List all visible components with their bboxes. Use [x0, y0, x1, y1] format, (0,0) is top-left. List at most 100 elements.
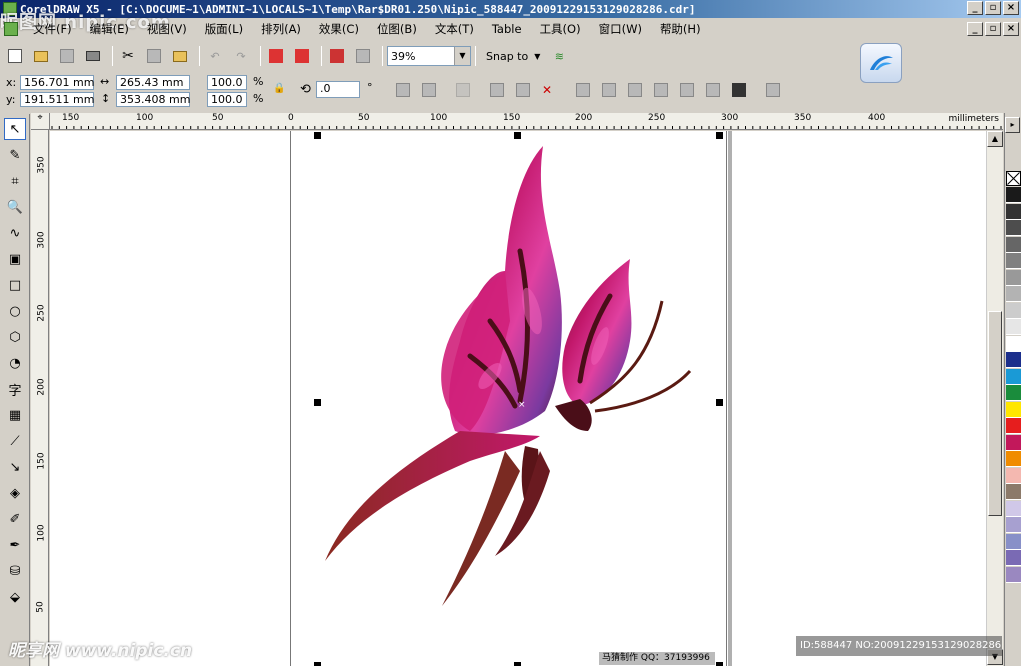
color-swatch[interactable]: [1006, 467, 1021, 484]
doc-close-button[interactable]: ×: [1003, 22, 1019, 36]
ellipse-tool[interactable]: ○: [4, 300, 26, 322]
color-swatch[interactable]: [1006, 434, 1021, 451]
save-button[interactable]: [56, 45, 78, 67]
doc-minimize-button[interactable]: _: [967, 22, 983, 36]
x-position-input[interactable]: 156.701 mm: [20, 75, 94, 90]
welcome-screen-button[interactable]: [352, 45, 374, 67]
color-swatch[interactable]: [1006, 269, 1021, 286]
no-color-swatch[interactable]: [1006, 171, 1021, 186]
menu-window[interactable]: 窗口(W): [590, 21, 651, 37]
selection-handle[interactable]: [314, 399, 321, 406]
combine-button[interactable]: [574, 81, 592, 99]
color-swatch[interactable]: [1006, 484, 1021, 500]
new-document-button[interactable]: [4, 45, 26, 67]
menu-table[interactable]: Table: [483, 22, 531, 36]
smart-fill-tool[interactable]: ▣: [4, 248, 26, 270]
color-swatch[interactable]: [1006, 352, 1021, 368]
butterfly-artwork[interactable]: ×: [50, 131, 987, 666]
width-input[interactable]: 265.43 mm: [116, 75, 190, 90]
basic-shapes-tool[interactable]: ◔: [4, 352, 26, 374]
trim-button[interactable]: [626, 81, 644, 99]
color-swatch[interactable]: [1006, 401, 1021, 418]
ungroup-all-button[interactable]: ✕: [540, 81, 558, 99]
menu-arrange[interactable]: 排列(A): [252, 21, 310, 37]
color-swatch[interactable]: [1006, 550, 1021, 566]
zoom-level-select[interactable]: 39% ▼: [387, 46, 471, 66]
close-button[interactable]: ×: [1003, 1, 1019, 15]
connector-tool[interactable]: ↘: [4, 456, 26, 478]
color-swatch[interactable]: [1006, 566, 1021, 583]
color-swatch[interactable]: [1006, 319, 1021, 335]
convert-to-curves-button[interactable]: [454, 81, 472, 99]
menu-edit[interactable]: 编辑(E): [81, 21, 138, 37]
polygon-tool[interactable]: ⬡: [4, 326, 26, 348]
color-swatch[interactable]: [1006, 286, 1021, 302]
table-tool[interactable]: ▦: [4, 404, 26, 426]
rotation-input[interactable]: .0: [316, 81, 360, 98]
maximize-button[interactable]: ▫: [985, 1, 1001, 15]
menu-text[interactable]: 文本(T): [426, 21, 483, 37]
group-button[interactable]: [488, 81, 506, 99]
selection-handle[interactable]: [716, 399, 723, 406]
selection-handle[interactable]: [514, 132, 521, 139]
color-swatch[interactable]: [1006, 236, 1021, 253]
dimension-tool[interactable]: ⟋: [4, 430, 26, 452]
rectangle-tool[interactable]: □: [4, 274, 26, 296]
export-button[interactable]: [291, 45, 313, 67]
text-tool[interactable]: 字: [4, 378, 26, 400]
menu-layout[interactable]: 版面(L): [196, 21, 252, 37]
height-input[interactable]: 353.408 mm: [116, 92, 190, 107]
selection-handle[interactable]: [314, 132, 321, 139]
mirror-horizontal-button[interactable]: [394, 81, 412, 99]
lock-ratio-icon[interactable]: 🔒: [273, 83, 285, 94]
color-swatch[interactable]: [1006, 335, 1021, 352]
color-swatch[interactable]: [1006, 302, 1021, 319]
palette-scroll-up-icon[interactable]: ▸: [1005, 117, 1020, 133]
color-swatch[interactable]: [1006, 451, 1021, 467]
weld-button[interactable]: [600, 81, 618, 99]
color-swatch[interactable]: [1006, 187, 1021, 203]
interactive-fill-tool[interactable]: ⬙: [4, 586, 26, 608]
menu-tools[interactable]: 工具(O): [531, 21, 590, 37]
options-button[interactable]: ≋: [548, 45, 570, 67]
front-minus-back-button[interactable]: [704, 81, 722, 99]
doc-restore-button[interactable]: ▫: [985, 22, 1001, 36]
ruler-origin-corner[interactable]: ⌖: [31, 113, 50, 130]
application-launcher-button[interactable]: [326, 45, 348, 67]
cut-button[interactable]: ✂: [117, 45, 139, 67]
open-button[interactable]: [30, 45, 52, 67]
redo-button[interactable]: ↷: [230, 45, 252, 67]
scroll-thumb[interactable]: [988, 311, 1002, 516]
color-swatch[interactable]: [1006, 533, 1021, 550]
zoom-tool[interactable]: 🔍: [4, 196, 26, 218]
scale-x-input[interactable]: 100.0: [207, 75, 247, 90]
fill-tool[interactable]: ⛁: [4, 560, 26, 582]
y-position-input[interactable]: 191.511 mm: [20, 92, 94, 107]
intersect-button[interactable]: [652, 81, 670, 99]
import-button[interactable]: [265, 45, 287, 67]
copy-button[interactable]: [143, 45, 165, 67]
color-swatch[interactable]: [1006, 418, 1021, 434]
color-swatch[interactable]: [1006, 500, 1021, 517]
create-boundary-button[interactable]: [730, 81, 748, 99]
vertical-scrollbar[interactable]: ▲ ▼: [986, 131, 1003, 666]
chevron-down-icon[interactable]: ▼: [454, 47, 470, 65]
color-swatch[interactable]: [1006, 253, 1021, 269]
color-swatch[interactable]: [1006, 203, 1021, 220]
menu-view[interactable]: 视图(V): [138, 21, 196, 37]
horizontal-ruler[interactable]: 150 100 50 0 50 100 150 200 250 300 350 …: [50, 113, 1003, 130]
paste-button[interactable]: [169, 45, 191, 67]
minimize-button[interactable]: _: [967, 1, 983, 15]
snap-to-dropdown[interactable]: Snap to: [486, 50, 528, 63]
document-icon[interactable]: [4, 22, 18, 36]
color-swatch[interactable]: [1006, 385, 1021, 401]
ungroup-button[interactable]: [514, 81, 532, 99]
selection-handle[interactable]: [314, 662, 321, 666]
blend-tool[interactable]: ◈: [4, 482, 26, 504]
shape-tool[interactable]: ✎: [4, 144, 26, 166]
menu-help[interactable]: 帮助(H): [651, 21, 710, 37]
menu-effects[interactable]: 效果(C): [310, 21, 368, 37]
align-distribute-button[interactable]: [764, 81, 782, 99]
menu-bitmaps[interactable]: 位图(B): [368, 21, 426, 37]
print-button[interactable]: [82, 45, 104, 67]
